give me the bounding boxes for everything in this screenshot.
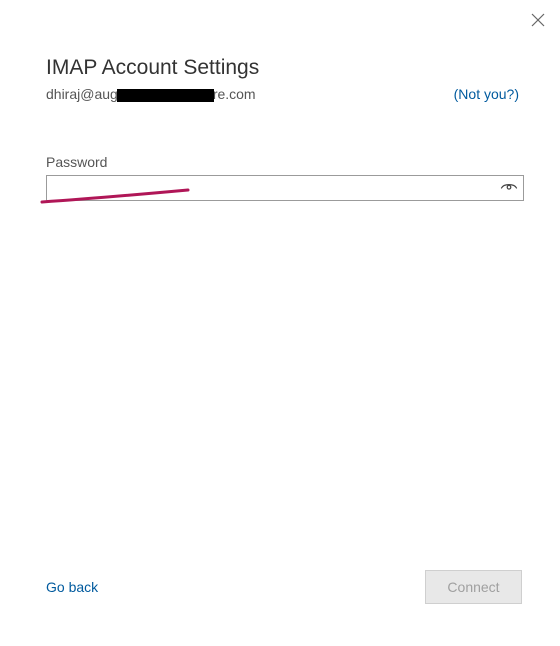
reveal-password-button[interactable] — [498, 177, 520, 199]
dialog-title: IMAP Account Settings — [46, 56, 519, 80]
email-prefix: dhiraj@aug — [46, 86, 118, 102]
account-email: dhiraj@aug re.com — [46, 86, 256, 102]
email-suffix: re.com — [213, 86, 256, 102]
close-icon — [531, 13, 545, 27]
dialog-footer: Go back Connect — [46, 570, 522, 604]
password-input[interactable] — [46, 175, 524, 201]
eye-icon — [500, 179, 518, 197]
password-section: Password — [46, 154, 519, 201]
not-you-link[interactable]: (Not you?) — [454, 86, 519, 102]
dialog-content: IMAP Account Settings dhiraj@aug re.com (… — [0, 0, 560, 201]
password-label: Password — [46, 154, 519, 170]
email-row: dhiraj@aug re.com (Not you?) — [46, 86, 519, 102]
go-back-link[interactable]: Go back — [46, 579, 98, 595]
password-input-wrap — [46, 175, 524, 201]
redacted-segment — [117, 89, 214, 102]
close-button[interactable] — [528, 10, 548, 30]
connect-button[interactable]: Connect — [425, 570, 522, 604]
